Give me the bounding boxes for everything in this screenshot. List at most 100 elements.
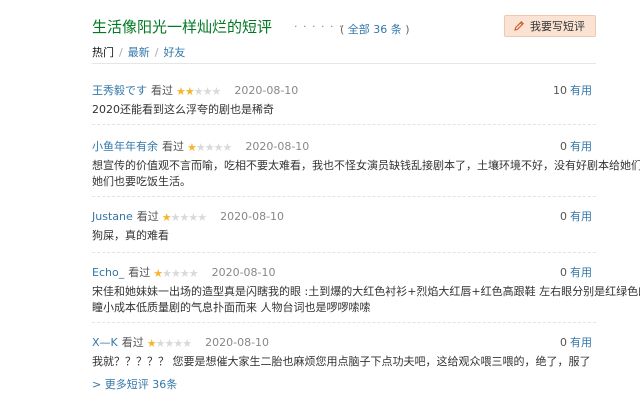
review-meta: Justane 看过 ★★★★★ 2020-08-10 0 有用	[92, 208, 596, 224]
star-empty-icon: ★	[211, 85, 222, 98]
review-date: 2020-08-10	[205, 336, 270, 349]
star-filled-icon: ★	[176, 85, 186, 98]
star-filled-icon: ★	[161, 211, 172, 224]
star-empty-icon: ★	[179, 267, 190, 280]
star-empty-icon: ★	[195, 141, 206, 154]
review-votes: 0 有用	[560, 138, 592, 154]
review-votes: 0 有用	[560, 334, 592, 350]
tab-separator: /	[154, 46, 159, 59]
star-empty-icon: ★	[193, 85, 204, 98]
all-comments-count: ( 全部 36 条 )	[340, 21, 410, 37]
watched-label: 看过	[151, 84, 173, 97]
useful-button[interactable]: 有用	[570, 336, 592, 349]
star-empty-icon: ★	[197, 211, 207, 224]
tab-separator: /	[119, 46, 123, 59]
title-dots: · · · · · ·	[294, 20, 344, 33]
all-prefix: (	[340, 23, 348, 36]
review-meta: 王秀毅です 看过 ★★★★★ 2020-08-10 10 有用	[92, 82, 596, 98]
star-empty-icon: ★	[182, 337, 192, 350]
review-meta: Echo_ 看过 ★★★★★ 2020-08-10 0 有用	[92, 264, 596, 280]
review-divider	[92, 196, 596, 197]
review-line: 2020还能看到这么浮夸的剧也是稀奇	[92, 103, 274, 116]
star-empty-icon: ★	[173, 337, 183, 350]
all-comments-link[interactable]: 全部 36 条	[348, 23, 402, 36]
star-empty-icon: ★	[202, 85, 213, 98]
rating-stars: ★★★★★	[153, 267, 199, 280]
review-line: 瞳小成本低质量剧的气息扑面而来 人物台词也是啰啰嗦嗦	[92, 301, 371, 314]
star-empty-icon: ★	[188, 267, 199, 280]
review-text: 2020还能看到这么浮夸的剧也是稀奇	[92, 102, 592, 118]
write-comment-button[interactable]: 我要写短评	[504, 15, 596, 37]
review-line: 我就？？？？？ 您要是想催大家生二胎也麻烦您用点脑子下点功夫吧，这给观众喂三喂的…	[92, 355, 591, 368]
review-meta: X—K 看过 ★★★★★ 2020-08-10 0 有用	[92, 334, 596, 350]
review-line: 她们也要吃饭生活。	[92, 175, 191, 188]
star-empty-icon: ★	[204, 141, 215, 154]
vote-count: 0	[560, 210, 567, 223]
star-empty-icon: ★	[170, 211, 181, 224]
tabs-divider	[92, 63, 596, 64]
sort-tabs: 热门 / 最新 / 好友	[92, 44, 185, 60]
review-item: Echo_ 看过 ★★★★★ 2020-08-10 0 有用 宋佳和她妹妹一出场的造型真…	[92, 264, 640, 323]
all-suffix: )	[401, 23, 410, 36]
review-user[interactable]: Echo_	[92, 266, 124, 279]
watched-label: 看过	[162, 140, 184, 153]
review-divider	[92, 322, 596, 323]
review-text: 宋佳和她妹妹一出场的造型真是闪瞎我的眼 :土到爆的大红色衬衫+烈焰大红唇+红色高…	[92, 284, 640, 316]
pen-icon	[514, 21, 524, 31]
review-text: 想宣传的价值观不言而喻，吃相不要太难看，我也不怪女演员缺钱乱接剧本了，土壤环境不…	[92, 158, 640, 190]
review-date: 2020-08-10	[220, 210, 285, 223]
review-text: 我就？？？？？ 您要是想催大家生二胎也麻烦您用点脑子下点功夫吧，这给观众喂三喂的…	[92, 354, 592, 370]
write-comment-label: 我要写短评	[530, 20, 585, 33]
star-filled-icon: ★	[146, 337, 157, 350]
useful-button[interactable]: 有用	[570, 84, 592, 97]
review-votes: 10 有用	[553, 82, 592, 98]
tab-latest[interactable]: 最新	[128, 46, 150, 59]
review-user[interactable]: Justane	[92, 210, 133, 223]
review-line: 想宣传的价值观不言而喻，吃相不要太难看，我也不怪女演员缺钱乱接剧本了，土壤环境不…	[92, 159, 640, 172]
vote-count: 0	[560, 336, 567, 349]
rating-stars: ★★★★★	[176, 85, 222, 98]
comments-header: 生活像阳光一样灿烂的短评 · · · · · · ( 全部 36 条 ) 我要写…	[92, 14, 602, 42]
star-filled-icon: ★	[187, 141, 197, 154]
more-comments-link[interactable]: > 更多短评 36条	[92, 376, 177, 392]
star-empty-icon: ★	[162, 267, 172, 280]
review-item: X—K 看过 ★★★★★ 2020-08-10 0 有用 我就？？？？？ 您要是想催大家…	[92, 334, 596, 370]
review-meta: 小鱼年年有余 看过 ★★★★★ 2020-08-10 0 有用	[92, 138, 596, 154]
useful-button[interactable]: 有用	[570, 266, 592, 279]
rating-stars: ★★★★★	[187, 141, 233, 154]
tab-friends[interactable]: 好友	[163, 46, 185, 59]
star-empty-icon: ★	[213, 141, 224, 154]
section-title: 生活像阳光一样灿烂的短评	[92, 18, 273, 36]
vote-count: 0	[560, 266, 567, 279]
review-user[interactable]: 小鱼年年有余	[92, 140, 158, 153]
rating-stars: ★★★★★	[161, 211, 207, 224]
star-empty-icon: ★	[188, 211, 198, 224]
vote-count: 0	[560, 140, 567, 153]
star-filled-icon: ★	[153, 267, 163, 280]
watched-label: 看过	[121, 336, 144, 349]
tab-hot[interactable]: 热门	[92, 46, 114, 59]
watched-label: 看过	[136, 210, 159, 223]
review-date: 2020-08-10	[245, 140, 310, 153]
review-item: 王秀毅です 看过 ★★★★★ 2020-08-10 10 有用 2020还能看到这么浮夸…	[92, 82, 596, 125]
review-item: Justane 看过 ★★★★★ 2020-08-10 0 有用 狗屎，真的难看	[92, 208, 596, 253]
review-text: 狗屎，真的难看	[92, 228, 592, 244]
star-empty-icon: ★	[170, 267, 181, 280]
review-line: 狗屎，真的难看	[92, 229, 169, 242]
star-empty-icon: ★	[222, 141, 233, 154]
review-date: 2020-08-10	[234, 84, 299, 97]
review-item: 小鱼年年有余 看过 ★★★★★ 2020-08-10 0 有用 想宣传的价值观不言而喻，…	[92, 138, 640, 197]
review-divider	[92, 124, 596, 125]
vote-count: 10	[553, 84, 567, 97]
star-empty-icon: ★	[155, 337, 166, 350]
useful-button[interactable]: 有用	[570, 140, 592, 153]
review-user[interactable]: X—K	[92, 336, 118, 349]
useful-button[interactable]: 有用	[570, 210, 592, 223]
rating-stars: ★★★★★	[146, 337, 192, 350]
review-divider	[92, 252, 596, 253]
review-date: 2020-08-10	[211, 266, 276, 279]
review-votes: 0 有用	[560, 264, 592, 280]
review-votes: 0 有用	[560, 208, 592, 224]
review-line: 宋佳和她妹妹一出场的造型真是闪瞎我的眼 :土到爆的大红色衬衫+烈焰大红唇+红色高…	[92, 285, 640, 298]
review-user[interactable]: 王秀毅です	[92, 84, 147, 97]
